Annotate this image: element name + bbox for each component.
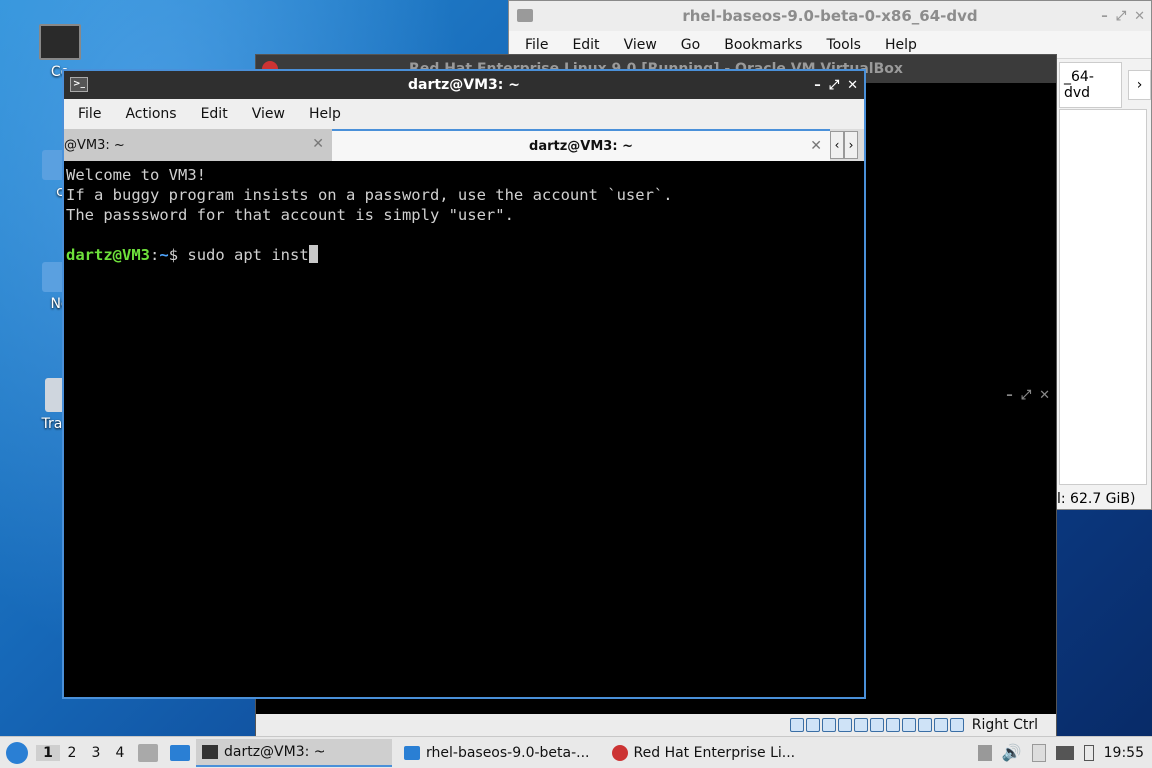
close-icon[interactable]: ✕ (312, 136, 324, 152)
close-icon[interactable]: ✕ (1039, 388, 1050, 403)
start-menu-icon[interactable] (6, 741, 28, 764)
system-tray: 🔊 19:55 (977, 743, 1152, 762)
menu-view[interactable]: View (240, 106, 297, 122)
cpu-icon[interactable] (917, 718, 932, 732)
tray-arrow-icon[interactable] (977, 744, 992, 761)
tab-terminal-1[interactable]: @VM3: ~ ✕ (64, 129, 332, 161)
window-title: rhel-baseos-9.0-beta-0-x86_64-dvd (682, 7, 978, 25)
terminal-prompt-line[interactable]: dartz@VM3:~$ sudo apt inst (66, 245, 862, 265)
clipboard-icon[interactable] (1031, 743, 1046, 762)
task-virtualbox[interactable]: Red Hat Enterprise Li... (606, 739, 802, 767)
workspace-4[interactable]: 4 (108, 745, 132, 761)
maximize-icon[interactable]: ⤢ (1116, 9, 1126, 24)
menu-tools[interactable]: Tools (814, 37, 873, 53)
menu-view[interactable]: View (612, 37, 669, 53)
tab-terminal-2[interactable]: dartz@VM3: ~ ✕ (332, 129, 830, 161)
minimize-icon[interactable]: – (814, 78, 821, 93)
tab-label: @VM3: ~ (64, 137, 125, 153)
display-icon[interactable] (885, 718, 900, 732)
menu-help[interactable]: Help (873, 37, 929, 53)
path-forward-button[interactable]: › (1128, 70, 1151, 100)
audio-icon[interactable] (821, 718, 836, 732)
terminal-tabbar: @VM3: ~ ✕ dartz@VM3: ~ ✕ ‹ › (64, 129, 864, 161)
workspace-2[interactable]: 2 (60, 745, 84, 761)
file-manager-launcher-icon[interactable] (138, 743, 158, 762)
file-view[interactable] (1059, 109, 1147, 485)
tab-scroll-left-button[interactable]: ‹ (830, 131, 844, 159)
minimize-icon[interactable]: – (1101, 9, 1108, 24)
workspace-1[interactable]: 1 (36, 744, 60, 761)
taskbar: 1 2 3 4 dartz@VM3: ~ rhel-baseos-9.0-bet… (0, 736, 1152, 768)
prompt-path: ~ (159, 246, 169, 264)
monitor-icon (39, 24, 81, 60)
optical-drive-icon[interactable] (805, 718, 820, 732)
terminal-icon: >_ (70, 77, 88, 92)
folder-icon (517, 9, 533, 22)
terminal-line: If a buggy program insists on a password… (66, 186, 673, 204)
window-title: dartz@VM3: ~ (408, 77, 520, 93)
task-terminal[interactable]: dartz@VM3: ~ (196, 738, 392, 767)
menu-edit[interactable]: Edit (189, 106, 240, 122)
terminal-output[interactable]: Welcome to VM3! If a buggy program insist… (64, 161, 864, 269)
menu-go[interactable]: Go (669, 37, 712, 53)
terminal-line: Welcome to VM3! (66, 166, 206, 184)
mouse-integration-icon[interactable] (933, 718, 948, 732)
battery-icon[interactable] (1083, 744, 1094, 761)
shared-folders-icon[interactable] (869, 718, 884, 732)
tab-scroll-right-button[interactable]: › (844, 131, 858, 159)
path-bar: _64-dvd › (1059, 62, 1151, 108)
prompt-separator: : (150, 246, 160, 264)
task-label: Red Hat Enterprise Li... (633, 744, 796, 761)
minimize-icon[interactable]: – (1006, 388, 1013, 403)
prompt-user: dartz@VM3 (66, 246, 150, 264)
tab-label: dartz@VM3: ~ (529, 138, 633, 154)
menu-bookmarks[interactable]: Bookmarks (712, 37, 814, 53)
network-icon[interactable] (837, 718, 852, 732)
volume-icon[interactable]: 🔊 (1002, 743, 1022, 762)
host-key-label: Right Ctrl (971, 717, 1038, 733)
virtualbox-statusbar: Right Ctrl (256, 714, 1056, 736)
virtualbox-logo-icon (611, 744, 628, 761)
path-segment[interactable]: _64-dvd (1059, 62, 1123, 108)
menu-edit[interactable]: Edit (560, 37, 611, 53)
task-label: dartz@VM3: ~ (224, 743, 326, 760)
host-key-icon[interactable] (949, 718, 964, 732)
menu-actions[interactable]: Actions (113, 106, 188, 122)
terminal-icon (202, 744, 218, 759)
workspace-3[interactable]: 3 (84, 745, 108, 761)
maximize-icon[interactable]: ⤢ (1021, 388, 1031, 403)
show-desktop-icon[interactable] (170, 744, 190, 761)
terminal-titlebar[interactable]: >_ dartz@VM3: ~ – ⤢ ✕ (64, 71, 864, 99)
close-icon[interactable]: ✕ (1134, 9, 1145, 24)
close-icon[interactable]: ✕ (847, 78, 858, 93)
file-manager-titlebar[interactable]: rhel-baseos-9.0-beta-0-x86_64-dvd – ⤢ ✕ (509, 1, 1151, 31)
terminal-menubar: File Actions Edit View Help (64, 99, 864, 129)
task-label: rhel-baseos-9.0-beta-... (426, 744, 590, 761)
task-file-manager[interactable]: rhel-baseos-9.0-beta-... (398, 739, 596, 767)
terminal-cursor (308, 245, 318, 263)
clock[interactable]: 19:55 (1104, 745, 1144, 761)
close-icon[interactable]: ✕ (810, 138, 822, 154)
harddisk-icon[interactable] (789, 718, 804, 732)
terminal-command: sudo apt inst (187, 246, 309, 264)
prompt-dollar: $ (168, 246, 188, 264)
folder-icon (404, 745, 420, 760)
video-capture-icon[interactable] (901, 718, 916, 732)
terminal-line: The passsword for that account is simply… (66, 206, 514, 224)
network-status-icon[interactable] (1055, 745, 1074, 760)
menu-file[interactable]: File (66, 106, 113, 122)
terminal-window[interactable]: >_ dartz@VM3: ~ – ⤢ ✕ File Actions Edit … (62, 69, 866, 699)
maximize-icon[interactable]: ⤢ (829, 78, 839, 93)
menu-file[interactable]: File (513, 37, 560, 53)
menu-help[interactable]: Help (297, 106, 353, 122)
status-free-space: l: 62.7 GiB) (1057, 491, 1136, 507)
usb-icon[interactable] (853, 718, 868, 732)
